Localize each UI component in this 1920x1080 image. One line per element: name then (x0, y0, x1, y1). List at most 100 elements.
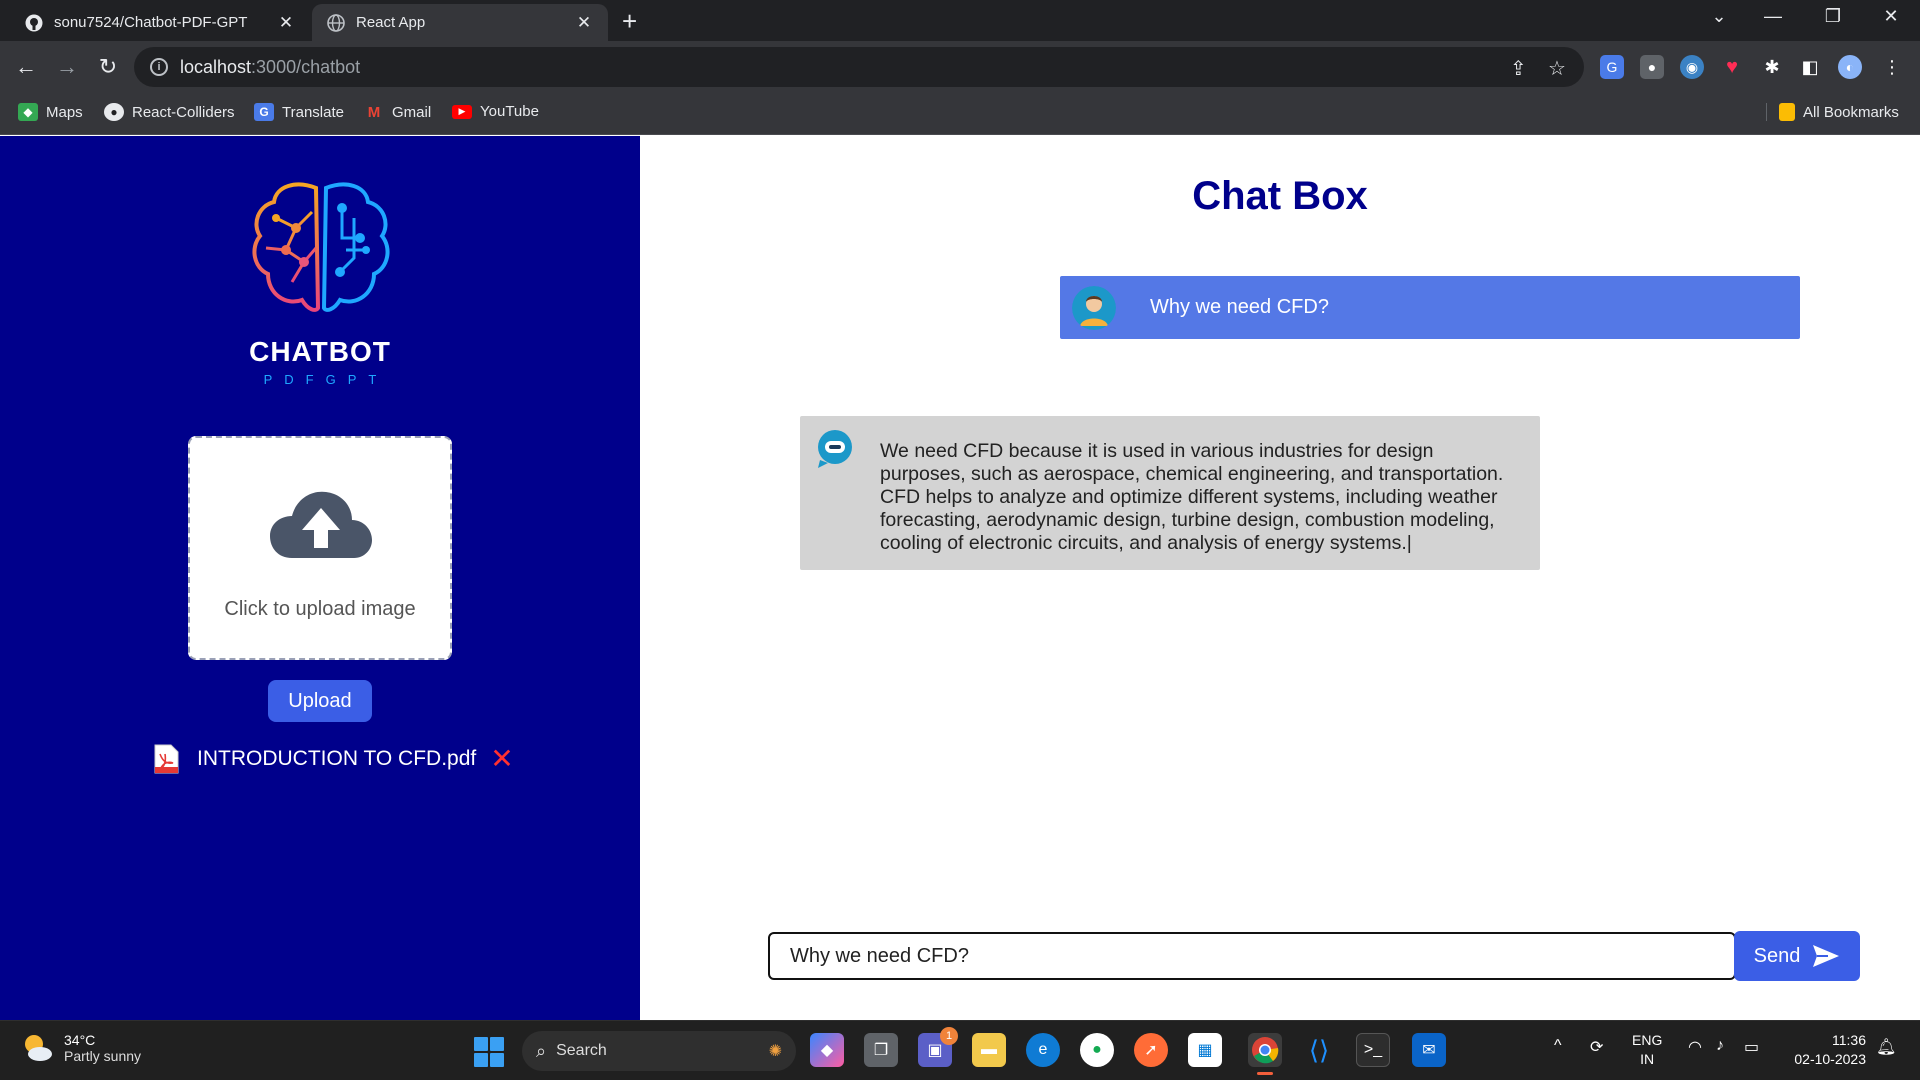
back-icon[interactable]: ← (12, 53, 40, 81)
taskbar-search[interactable]: ⌕ Search ✺ (522, 1031, 796, 1071)
file-explorer-icon[interactable]: ▬ (972, 1033, 1006, 1067)
sync-icon[interactable]: ⟳ (1590, 1037, 1603, 1057)
send-label: Send (1753, 944, 1801, 967)
menu-kebab-icon[interactable]: ⋮ (1880, 55, 1904, 79)
brand-title: CHATBOT (249, 336, 391, 367)
restore-icon[interactable]: ❐ (1818, 6, 1848, 27)
edge-browser-icon[interactable]: e (1026, 1033, 1060, 1067)
user-message: Why we need CFD? (1060, 276, 1800, 339)
all-bookmarks-label: All Bookmarks (1803, 103, 1899, 121)
bookmark-label: Maps (46, 103, 83, 121)
browser-toolbar: ← → ↻ i localhost :3000/chatbot ⇪ ☆ G ● … (0, 41, 1920, 93)
bookmark-label: Gmail (392, 103, 432, 121)
tab-title: sonu7524/Chatbot-PDF-GPT (54, 14, 248, 31)
battery-icon[interactable]: ▭ (1744, 1037, 1759, 1057)
youtube-icon: ▶ (452, 104, 472, 119)
chat-title: Chat Box (1192, 174, 1368, 218)
user-message-text: Why we need CFD? (1150, 296, 1329, 318)
send-button[interactable]: Send (1734, 931, 1860, 981)
search-highlight-icon: ✺ (768, 1043, 782, 1060)
upload-dropzone[interactable]: Click to upload image (188, 436, 452, 660)
minimize-icon[interactable]: — (1758, 6, 1788, 27)
mongodb-compass-icon[interactable]: ● (1080, 1033, 1114, 1067)
windows-start-icon[interactable] (474, 1037, 504, 1067)
tab-react-app[interactable]: React App ✕ (312, 4, 608, 41)
upload-button[interactable]: Upload (268, 680, 372, 722)
remove-file-icon[interactable]: ✕ (490, 745, 513, 773)
weather-widget[interactable]: 34°C Partly sunny (20, 1031, 141, 1065)
bookmarks-bar: ◆ Maps ● React-Colliders G Translate M G… (0, 93, 1920, 135)
windows-taskbar: 34°C Partly sunny ⌕ Search ✺ ◆ ❐ ▣ 1 ▬ e … (0, 1020, 1920, 1080)
microsoft-store-icon[interactable]: ▦ (1188, 1033, 1222, 1067)
bookmark-translate[interactable]: G Translate (254, 103, 344, 121)
url-host: localhost (180, 56, 252, 77)
extension-robot-icon[interactable]: ● (1640, 55, 1664, 79)
send-arrow-icon (1813, 945, 1840, 967)
all-bookmarks[interactable]: All Bookmarks (1766, 103, 1899, 121)
uploaded-file-item: INTRODUCTION TO CFD.pdf ✕ (153, 744, 514, 774)
close-tab-icon[interactable]: ✕ (574, 13, 594, 33)
vscode-icon[interactable]: ⟨⟩ (1302, 1033, 1336, 1067)
folder-icon (1779, 103, 1795, 121)
forward-icon[interactable]: → (53, 53, 81, 81)
clock-time: 11:36 (1832, 1032, 1866, 1048)
notification-bell-icon[interactable]: 🔔︎ (1876, 1037, 1896, 1057)
search-label: Search (556, 1042, 607, 1059)
volume-icon[interactable]: ♪ (1716, 1037, 1724, 1055)
close-window-icon[interactable]: ✕ (1876, 6, 1906, 27)
bot-message-text: We need CFD because it is used in variou… (880, 440, 1504, 554)
upload-prompt: Click to upload image (224, 598, 416, 620)
task-view-icon[interactable]: ❐ (864, 1033, 898, 1067)
message-input[interactable]: Why we need CFD? (768, 932, 1736, 980)
profile-avatar[interactable]: ◐ (1838, 55, 1862, 79)
globe-icon (326, 13, 346, 33)
reload-icon[interactable]: ↻ (94, 53, 122, 81)
bookmark-gmail[interactable]: M Gmail (364, 103, 431, 121)
extension-globe-icon[interactable]: ◉ (1680, 55, 1704, 79)
bookmark-label: Translate (282, 103, 344, 121)
tab-search-chevron-icon[interactable]: ⌄ (1704, 6, 1734, 27)
github-icon (24, 13, 44, 33)
clock-date: 02-10-2023 (1794, 1051, 1866, 1067)
system-clock[interactable]: 11:36 02-10-2023 (1782, 1031, 1866, 1069)
cloud-upload-icon (270, 491, 372, 558)
bookmark-label: React-Colliders (132, 103, 235, 121)
terminal-icon[interactable]: >_ (1356, 1033, 1390, 1067)
address-bar[interactable]: i localhost :3000/chatbot ⇪ ☆ (134, 47, 1584, 87)
copilot-icon[interactable]: ◆ (810, 1033, 844, 1067)
show-hidden-icons-chevron[interactable]: ^ (1554, 1037, 1562, 1055)
tab-title: React App (356, 14, 426, 31)
bookmark-maps[interactable]: ◆ Maps (18, 103, 83, 121)
partly-sunny-icon (25, 1035, 52, 1061)
user-avatar-icon (1072, 285, 1116, 330)
pdf-file-icon (154, 744, 179, 774)
search-icon: ⌕ (536, 1040, 547, 1061)
language-code: ENG (1632, 1032, 1663, 1048)
wifi-icon[interactable]: ◠ (1688, 1037, 1702, 1057)
browser-tab-bar: sonu7524/Chatbot-PDF-GPT ✕ React App ✕ +… (0, 0, 1920, 41)
postman-icon[interactable]: ➚ (1134, 1033, 1168, 1067)
bot-message: We need CFD because it is used in variou… (800, 416, 1540, 570)
teams-chat-icon[interactable]: ▣ 1 (918, 1027, 958, 1067)
side-panel-icon[interactable]: ◧ (1798, 55, 1822, 79)
google-translate-extension-icon[interactable]: G (1600, 55, 1624, 79)
bookmark-react-colliders[interactable]: ● React-Colliders (104, 103, 235, 121)
weather-temperature: 34°C (64, 1032, 96, 1048)
extensions-puzzle-icon[interactable]: ✱ (1760, 55, 1784, 79)
chrome-icon[interactable] (1248, 1033, 1282, 1075)
language-indicator[interactable]: ENG IN (1632, 1031, 1662, 1069)
bookmark-youtube[interactable]: ▶ YouTube (452, 103, 539, 120)
share-icon[interactable]: ⇪ (1510, 56, 1527, 81)
region-code: IN (1640, 1051, 1655, 1067)
mail-icon[interactable]: ✉ (1412, 1033, 1446, 1067)
bot-avatar-icon (818, 430, 852, 468)
extension-heart-icon[interactable]: ♥ (1720, 55, 1744, 79)
new-tab-button[interactable]: + (622, 6, 637, 36)
file-name: INTRODUCTION TO CFD.pdf (197, 747, 477, 770)
close-tab-icon[interactable]: ✕ (276, 13, 296, 33)
bookmark-star-icon[interactable]: ☆ (1548, 56, 1566, 81)
site-info-icon[interactable]: i (150, 58, 168, 76)
url-path: :3000/chatbot (251, 56, 361, 77)
tab-github[interactable]: sonu7524/Chatbot-PDF-GPT ✕ (10, 4, 310, 41)
github-icon: ● (104, 103, 124, 121)
